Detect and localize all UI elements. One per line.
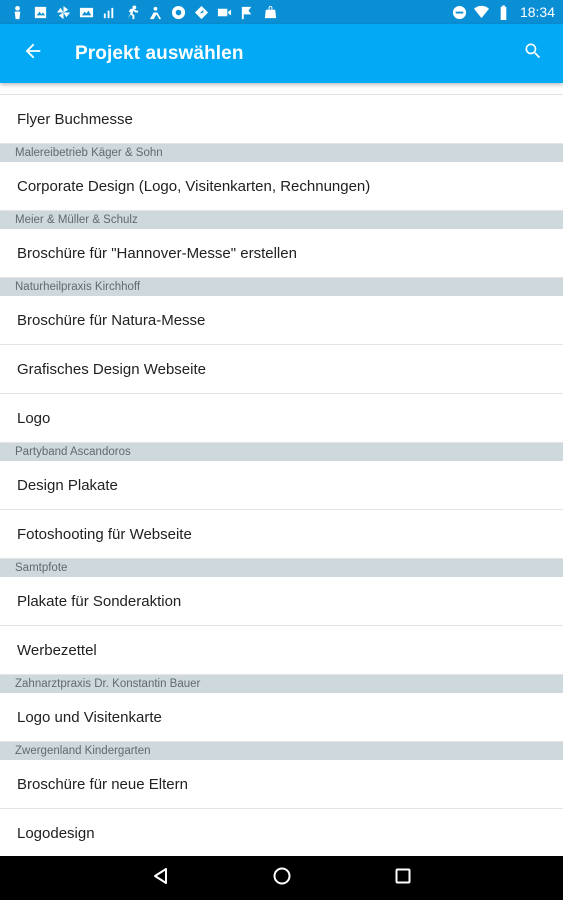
page-title: Projekt auswählen [75, 42, 244, 64]
list-item[interactable]: Flyer Buchmesse [0, 95, 563, 144]
list-item[interactable]: Plakate für Sonderaktion [0, 577, 563, 626]
search-button[interactable] [503, 24, 563, 83]
section-header: Zahnarztpraxis Dr. Konstantin Bauer [0, 675, 563, 693]
list-item[interactable]: Broschüre für neue Eltern [0, 760, 563, 809]
nav-back-button[interactable] [141, 858, 181, 898]
image-icon [33, 5, 48, 20]
flag-icon [240, 5, 255, 20]
clock: 18:34 [519, 4, 555, 20]
section-header: Naturheilpraxis Kirchhoff [0, 278, 563, 296]
list-item[interactable]: Logo und Visitenkarte [0, 693, 563, 742]
video-icon [217, 5, 232, 20]
section-header: Malereibetrieb Käger & Sohn [0, 144, 563, 162]
list-item[interactable]: Grafisches Design Webseite [0, 345, 563, 394]
do-not-disturb-icon [452, 5, 467, 20]
list-item-partial[interactable] [0, 83, 563, 95]
notification-icons [10, 4, 452, 20]
bag-icon [263, 5, 278, 20]
project-list[interactable]: Flyer Buchmesse Malereibetrieb Käger & So… [0, 83, 563, 856]
record-icon [171, 5, 186, 20]
back-triangle-icon [151, 866, 171, 891]
status-bar: 18:34 [0, 0, 563, 24]
activity-icon [148, 5, 163, 20]
list-item[interactable]: Design Plakate [0, 461, 563, 510]
list-item[interactable]: Corporate Design (Logo, Visitenkarten, R… [0, 162, 563, 211]
back-button[interactable] [0, 24, 66, 83]
section-header: Meier & Müller & Schulz [0, 211, 563, 229]
section-header: Samtpfote [0, 559, 563, 577]
gallery-icon [79, 5, 94, 20]
list-item[interactable]: Werbezettel [0, 626, 563, 675]
pinwheel-icon [56, 5, 71, 20]
list-item[interactable]: Logodesign [0, 809, 563, 856]
battery-icon [496, 4, 511, 20]
app-bar: Projekt auswählen [0, 24, 563, 83]
system-icons: 18:34 [452, 4, 555, 20]
section-header: Partyband Ascandoros [0, 443, 563, 461]
list-item[interactable]: Broschüre für Natura-Messe [0, 296, 563, 345]
recents-square-icon [393, 866, 413, 891]
search-icon [523, 41, 543, 66]
signal-icon [102, 5, 117, 20]
list-item[interactable]: Fotoshooting für Webseite [0, 510, 563, 559]
list-item[interactable]: Broschüre für "Hannover-Messe" erstellen [0, 229, 563, 278]
home-circle-icon [272, 866, 292, 891]
arrow-back-icon [22, 40, 44, 67]
wifi-icon [473, 5, 489, 20]
nav-home-button[interactable] [262, 858, 302, 898]
running-icon [125, 4, 140, 20]
section-header: Zwergenland Kindergarten [0, 742, 563, 760]
navigation-icon [194, 5, 209, 20]
person-icon [10, 5, 25, 20]
list-item[interactable]: Logo [0, 394, 563, 443]
navigation-bar [0, 856, 563, 900]
nav-recents-button[interactable] [383, 858, 423, 898]
